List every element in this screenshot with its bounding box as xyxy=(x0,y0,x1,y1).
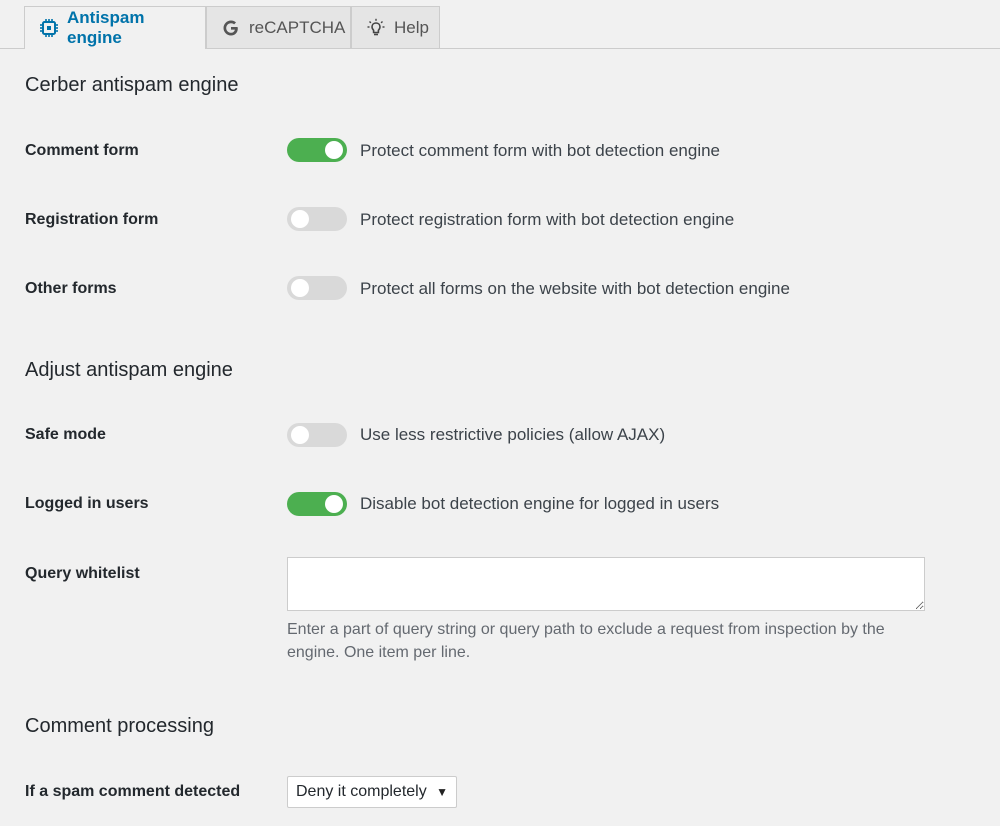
toggle-knob xyxy=(325,495,343,513)
settings-page: Antispam engine reCAPTCHA Help Cerber an… xyxy=(0,0,1000,826)
logged-in-users-label: Logged in users xyxy=(25,495,149,512)
other-forms-toggle[interactable] xyxy=(287,276,347,300)
tab-label: Help xyxy=(394,17,429,37)
google-g-icon xyxy=(221,17,241,39)
comment-form-label: Comment form xyxy=(25,142,139,159)
tab-label: Antispam engine xyxy=(67,8,145,47)
comment-form-description: Protect comment form with bot detection … xyxy=(360,141,721,160)
section-title-cerber: Cerber antispam engine xyxy=(25,74,239,96)
other-forms-description: Protect all forms on the website with bo… xyxy=(360,279,790,298)
toggle-knob xyxy=(325,141,343,159)
toggle-knob xyxy=(291,279,309,297)
spam-comment-selected-value: Deny it completely xyxy=(296,783,427,800)
registration-form-label: Registration form xyxy=(25,211,159,228)
tab-bar: Antispam engine reCAPTCHA Help xyxy=(0,0,1000,49)
other-forms-label: Other forms xyxy=(25,280,117,297)
query-whitelist-label: Query whitelist xyxy=(25,565,140,582)
tab-recaptcha[interactable]: reCAPTCHA xyxy=(206,6,351,48)
tab-antispam-engine[interactable]: Antispam engine xyxy=(24,6,206,49)
comment-form-toggle[interactable] xyxy=(287,138,347,162)
chip-icon xyxy=(39,17,59,39)
safe-mode-toggle[interactable] xyxy=(287,423,347,447)
lightbulb-icon xyxy=(366,17,386,39)
toggle-knob xyxy=(291,210,309,228)
logged-in-users-description: Disable bot detection engine for logged … xyxy=(360,494,720,513)
chevron-down-icon: ▼ xyxy=(436,785,448,799)
tab-help[interactable]: Help xyxy=(351,6,440,48)
safe-mode-description: Use less restrictive policies (allow AJA… xyxy=(360,425,666,444)
section-title-adjust: Adjust antispam engine xyxy=(25,359,233,381)
spam-comment-select[interactable]: Deny it completely ▼ xyxy=(287,776,457,808)
query-whitelist-help: Enter a part of query string or query pa… xyxy=(287,621,885,661)
toggle-knob xyxy=(291,426,309,444)
registration-form-toggle[interactable] xyxy=(287,207,347,231)
section-title-comment-processing: Comment processing xyxy=(25,715,214,737)
registration-form-description: Protect registration form with bot detec… xyxy=(360,210,735,229)
query-whitelist-textarea[interactable] xyxy=(287,557,925,611)
logged-in-users-toggle[interactable] xyxy=(287,492,347,516)
spam-comment-label: If a spam comment detected xyxy=(25,783,241,800)
safe-mode-label: Safe mode xyxy=(25,426,106,443)
tab-label: reCAPTCHA xyxy=(249,17,346,37)
